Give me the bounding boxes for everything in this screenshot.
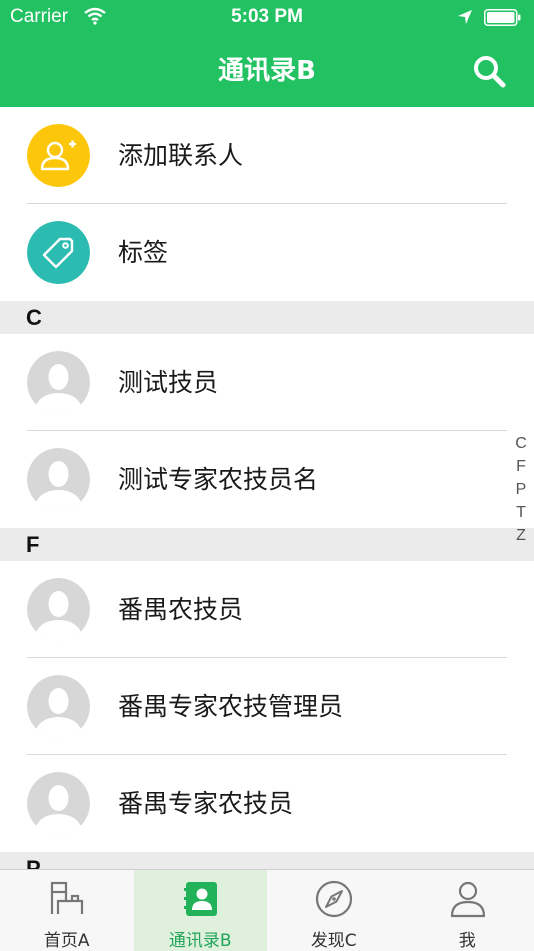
profile-icon: [448, 879, 488, 919]
index-letter-f[interactable]: F: [516, 455, 526, 478]
tab-home[interactable]: 首页A: [0, 870, 134, 951]
search-button[interactable]: [470, 52, 510, 92]
contact-name: 测试技员: [118, 334, 218, 431]
default-avatar-icon: [27, 675, 90, 738]
add-contact-icon: [27, 124, 90, 187]
default-avatar-icon: [27, 448, 90, 511]
index-letter-p[interactable]: P: [516, 478, 527, 501]
nav-bar: 通讯录B: [0, 36, 534, 107]
contact-row[interactable]: 测试专家农技员名: [0, 431, 534, 528]
tab-me-label: 我: [401, 926, 534, 951]
section-header-c: C: [0, 301, 534, 334]
status-bar: Carrier 5:03 PM: [0, 0, 534, 36]
section-header-p: P: [0, 852, 534, 869]
contact-row[interactable]: 番禺专家农技员: [0, 755, 534, 852]
section-index-bar[interactable]: C F P T Z: [512, 432, 530, 547]
index-letter-z[interactable]: Z: [516, 524, 526, 547]
page-title: 通讯录B: [0, 36, 534, 107]
add-contact-row[interactable]: 添加联系人: [0, 107, 534, 204]
section-header-f: F: [0, 528, 534, 561]
default-avatar-icon: [27, 772, 90, 835]
contact-name: 番禺专家农技员: [118, 755, 293, 852]
index-letter-c[interactable]: C: [515, 432, 527, 455]
tab-contacts-label: 通讯录B: [134, 926, 268, 951]
add-contact-label: 添加联系人: [118, 107, 243, 204]
home-icon: [47, 879, 87, 919]
default-avatar-icon: [27, 578, 90, 641]
clock: 5:03 PM: [0, 6, 534, 28]
default-avatar-icon: [27, 351, 90, 414]
contact-row[interactable]: 番禺专家农技管理员: [0, 658, 534, 755]
contact-name: 测试专家农技员名: [118, 431, 318, 528]
contacts-icon: [181, 879, 221, 919]
contact-row[interactable]: 测试技员: [0, 334, 534, 431]
tag-icon: [27, 221, 90, 284]
tab-contacts[interactable]: 通讯录B: [134, 870, 268, 951]
search-icon: [470, 52, 510, 92]
header: Carrier 5:03 PM 通讯录B: [0, 0, 534, 107]
compass-icon: [314, 879, 354, 919]
tab-me[interactable]: 我: [401, 870, 534, 951]
contact-name: 番禺农技员: [118, 561, 243, 658]
contact-row[interactable]: 番禺农技员: [0, 561, 534, 658]
tab-bar: 首页A 通讯录B 发现C 我: [0, 869, 534, 951]
tags-label: 标签: [118, 204, 168, 301]
tab-discover-label: 发现C: [267, 926, 401, 951]
tab-discover[interactable]: 发现C: [267, 870, 401, 951]
contact-list[interactable]: 添加联系人 标签 C 测试技员 测试专家农技员名 F 番禺农技员: [0, 107, 534, 869]
index-letter-t[interactable]: T: [516, 501, 526, 524]
contact-name: 番禺专家农技管理员: [118, 658, 343, 755]
location-arrow-icon: [457, 8, 473, 30]
tags-row[interactable]: 标签: [0, 204, 534, 301]
tab-home-label: 首页A: [0, 926, 134, 951]
battery-icon: [484, 9, 522, 26]
